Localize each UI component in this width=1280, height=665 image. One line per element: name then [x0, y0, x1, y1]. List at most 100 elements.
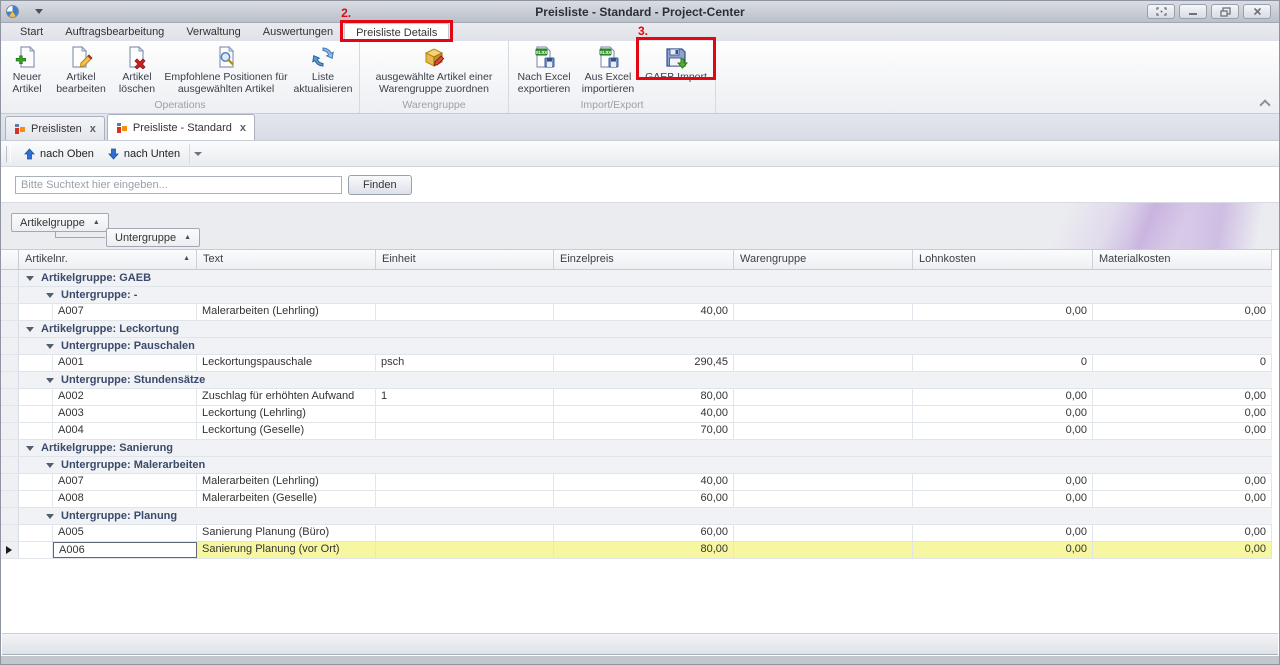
close-icon[interactable]: x — [240, 122, 246, 134]
cell-text[interactable]: Sanierung Planung (Büro) — [197, 525, 376, 541]
neuer-artikel-button[interactable]: Neuer Artikel — [4, 42, 50, 95]
doc-tab-preisliste-standard[interactable]: Preisliste - Standard x — [107, 114, 255, 140]
cell-text[interactable]: Sanierung Planung (vor Ort) — [197, 542, 376, 558]
subgroup-row[interactable]: Untergruppe: Pauschalen — [1, 338, 1272, 355]
minimize-button[interactable] — [1179, 4, 1207, 19]
close-icon[interactable]: x — [90, 123, 96, 135]
cell-warengruppe[interactable] — [734, 542, 913, 558]
cell-lohnkosten[interactable]: 0,00 — [913, 389, 1093, 405]
cell-text[interactable]: Leckortungspauschale — [197, 355, 376, 371]
cell-einheit[interactable] — [376, 406, 554, 422]
cell-einheit[interactable] — [376, 423, 554, 439]
cell-warengruppe[interactable] — [734, 491, 913, 507]
toolbar-overflow-button[interactable] — [189, 144, 205, 164]
collapse-icon[interactable] — [46, 344, 54, 349]
cell-lohnkosten[interactable]: 0 — [913, 355, 1093, 371]
cell-artikelnr[interactable]: A005 — [53, 525, 197, 541]
group-row[interactable]: Artikelgruppe: Leckortung — [1, 321, 1272, 338]
cell-einzelpreis[interactable]: 40,00 — [554, 304, 734, 320]
cell-lohnkosten[interactable]: 0,00 — [913, 491, 1093, 507]
artikel-loeschen-button[interactable]: Artikel löschen — [112, 42, 162, 95]
table-row[interactable]: A007Malerarbeiten (Lehrling)40,000,000,0… — [1, 474, 1272, 491]
column-header-warengruppe[interactable]: Warengruppe — [734, 250, 913, 269]
cell-einheit[interactable]: psch — [376, 355, 554, 371]
cell-artikelnr[interactable]: A002 — [53, 389, 197, 405]
cell-materialkosten[interactable]: 0,00 — [1093, 525, 1272, 541]
cell-artikelnr[interactable]: A007 — [53, 304, 197, 320]
tab-auswertungen[interactable]: Auswertungen — [252, 23, 344, 41]
cell-materialkosten[interactable]: 0,00 — [1093, 491, 1272, 507]
cell-materialkosten[interactable]: 0,00 — [1093, 542, 1272, 558]
cell-einzelpreis[interactable]: 40,00 — [554, 474, 734, 490]
cell-artikelnr[interactable]: A003 — [53, 406, 197, 422]
table-row[interactable]: A006Sanierung Planung (vor Ort)80,000,00… — [1, 542, 1272, 559]
cell-einzelpreis[interactable]: 80,00 — [554, 389, 734, 405]
column-header-text[interactable]: Text — [197, 250, 376, 269]
collapse-icon[interactable] — [46, 378, 54, 383]
collapse-icon[interactable] — [26, 276, 34, 281]
cell-text[interactable]: Leckortung (Geselle) — [197, 423, 376, 439]
tab-start[interactable]: Start — [9, 23, 54, 41]
table-row[interactable]: A005Sanierung Planung (Büro)60,000,000,0… — [1, 525, 1272, 542]
cell-text[interactable]: Malerarbeiten (Geselle) — [197, 491, 376, 507]
nach-unten-button[interactable]: nach Unten — [101, 146, 187, 162]
cell-materialkosten[interactable]: 0,00 — [1093, 423, 1272, 439]
cell-warengruppe[interactable] — [734, 406, 913, 422]
cell-lohnkosten[interactable]: 0,00 — [913, 406, 1093, 422]
cell-materialkosten[interactable]: 0,00 — [1093, 474, 1272, 490]
warengruppe-zuordnen-button[interactable]: ausgewählte Artikel einer Warengruppe zu… — [363, 42, 505, 95]
cell-einzelpreis[interactable]: 290,45 — [554, 355, 734, 371]
cell-einheit[interactable] — [376, 525, 554, 541]
group-by-untergruppe[interactable]: Untergruppe ▲ — [106, 228, 200, 247]
cell-einheit[interactable] — [376, 474, 554, 490]
cell-einzelpreis[interactable]: 60,00 — [554, 525, 734, 541]
column-header-materialkosten[interactable]: Materialkosten — [1093, 250, 1272, 269]
cell-einheit[interactable]: 1 — [376, 389, 554, 405]
sort-asc-icon[interactable]: ▲ — [184, 234, 191, 241]
column-header-einzelpreis[interactable]: Einzelpreis — [554, 250, 734, 269]
cell-warengruppe[interactable] — [734, 474, 913, 490]
cell-warengruppe[interactable] — [734, 423, 913, 439]
cell-artikelnr[interactable]: A004 — [53, 423, 197, 439]
group-row[interactable]: Artikelgruppe: Sanierung — [1, 440, 1272, 457]
column-header-einheit[interactable]: Einheit — [376, 250, 554, 269]
cell-einzelpreis[interactable]: 70,00 — [554, 423, 734, 439]
cell-artikelnr[interactable]: A008 — [53, 491, 197, 507]
cell-einheit[interactable] — [376, 542, 554, 558]
column-header-artikelnr[interactable]: Artikelnr.▲ — [19, 250, 197, 269]
close-button[interactable] — [1243, 4, 1271, 19]
subgroup-row[interactable]: Untergruppe: - — [1, 287, 1272, 304]
table-row[interactable]: A001Leckortungspauschalepsch290,45 00 — [1, 355, 1272, 372]
column-header-lohnkosten[interactable]: Lohnkosten — [913, 250, 1093, 269]
toolbar-grip[interactable] — [6, 146, 11, 162]
cell-text[interactable]: Malerarbeiten (Lehrling) — [197, 304, 376, 320]
restore-button[interactable] — [1211, 4, 1239, 19]
table-row[interactable]: A002Zuschlag für erhöhten Aufwand180,000… — [1, 389, 1272, 406]
subgroup-row[interactable]: Untergruppe: Malerarbeiten — [1, 457, 1272, 474]
cell-materialkosten[interactable]: 0,00 — [1093, 304, 1272, 320]
cell-warengruppe[interactable] — [734, 389, 913, 405]
group-by-artikelgruppe[interactable]: Artikelgruppe ▲ — [11, 213, 109, 232]
collapse-ribbon-icon[interactable] — [1261, 99, 1269, 107]
subgroup-row[interactable]: Untergruppe: Stundensätze — [1, 372, 1272, 389]
search-input[interactable] — [15, 176, 342, 194]
cell-einheit[interactable] — [376, 304, 554, 320]
cell-lohnkosten[interactable]: 0,00 — [913, 474, 1093, 490]
tab-auftragsbearbeitung[interactable]: Auftragsbearbeitung — [54, 23, 175, 41]
doc-tab-preislisten[interactable]: Preislisten x — [5, 116, 105, 140]
cell-materialkosten[interactable]: 0,00 — [1093, 389, 1272, 405]
empfohlene-positionen-button[interactable]: Empfohlene Positionen für ausgewählten A… — [162, 42, 290, 95]
find-button[interactable]: Finden — [348, 175, 412, 195]
nach-oben-button[interactable]: nach Oben — [17, 146, 101, 162]
cell-artikelnr[interactable]: A006 — [53, 542, 197, 558]
collapse-icon[interactable] — [46, 293, 54, 298]
artikel-bearbeiten-button[interactable]: Artikel bearbeiten — [50, 42, 112, 95]
cell-lohnkosten[interactable]: 0,00 — [913, 423, 1093, 439]
aus-excel-importieren-button[interactable]: XLSX Aus Excel importieren — [576, 42, 640, 95]
cell-artikelnr[interactable]: A001 — [53, 355, 197, 371]
tab-preisliste-details[interactable]: Preisliste Details — [344, 23, 449, 41]
table-row[interactable]: A007Malerarbeiten (Lehrling)40,000,000,0… — [1, 304, 1272, 321]
cell-materialkosten[interactable]: 0 — [1093, 355, 1272, 371]
cell-materialkosten[interactable]: 0,00 — [1093, 406, 1272, 422]
cell-text[interactable]: Leckortung (Lehrling) — [197, 406, 376, 422]
